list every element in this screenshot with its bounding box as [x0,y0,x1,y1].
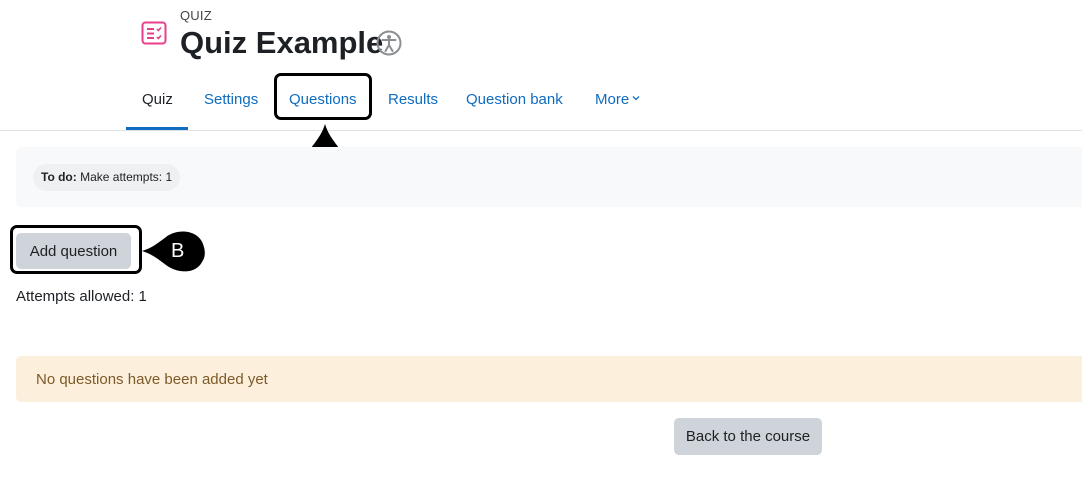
module-type-label: QUIZ [180,8,212,23]
tab-more-label: More [595,91,630,108]
callout-letter-b: B [171,240,185,262]
todo-badge: To do: Make attempts: 1 [33,164,181,191]
tabs-divider [0,130,1082,131]
back-to-course-button[interactable]: Back to the course [674,418,822,455]
todo-prefix: To do: [41,170,77,184]
tab-results[interactable]: Results [388,91,438,108]
accessibility-icon[interactable] [376,30,402,56]
todo-text: Make attempts: 1 [80,170,173,184]
tab-question-bank[interactable]: Question bank [466,91,563,108]
attempts-allowed-text: Attempts allowed: 1 [16,288,147,305]
quiz-icon [141,21,167,45]
tab-more[interactable]: More [595,91,640,108]
page-title: Quiz Example [180,25,384,60]
callout-highlight-a [274,73,372,120]
alert-message: No questions have been added yet [36,371,268,388]
add-question-button[interactable]: Add question [16,233,131,269]
chevron-down-icon [632,96,640,101]
tab-settings[interactable]: Settings [204,91,258,108]
tab-quiz[interactable]: Quiz [142,91,173,108]
page: QUIZ Quiz Example Quiz Settings Question… [0,0,1082,501]
